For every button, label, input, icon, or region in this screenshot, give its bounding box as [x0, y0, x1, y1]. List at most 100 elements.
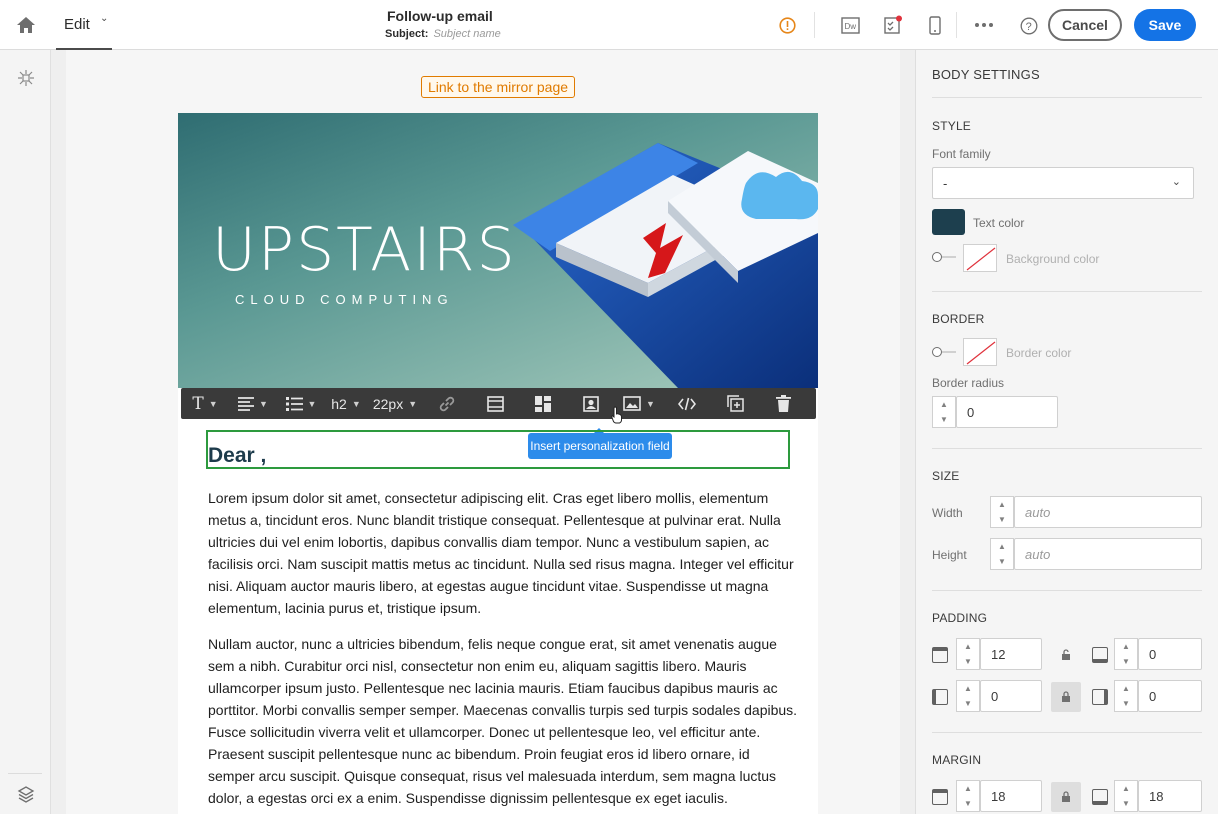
text-style-button[interactable]: T ▼: [181, 388, 229, 419]
border-radius-stepper[interactable]: ▲ ▼: [932, 396, 956, 428]
padding-bottom-icon: [1092, 647, 1108, 663]
dreamweaver-icon[interactable]: Dw: [840, 15, 860, 35]
banner-title: UPSTAIRS: [212, 215, 517, 285]
mobile-icon[interactable]: [925, 14, 945, 36]
margin-top-stepper[interactable]: ▲ ▼: [956, 780, 980, 812]
mouse-cursor-icon: [611, 406, 625, 424]
height-placeholder: auto: [1025, 546, 1051, 562]
padding-top-input[interactable]: 12: [980, 638, 1042, 670]
banner-image[interactable]: UPSTAIRS CLOUD COMPUTING: [178, 113, 818, 388]
source-code-button[interactable]: [663, 388, 711, 419]
link-button[interactable]: [423, 388, 471, 419]
separator: [956, 12, 957, 38]
insert-fragment-button[interactable]: [519, 388, 567, 419]
background-color-toggle[interactable]: [932, 252, 956, 262]
border-radius-label: Border radius: [932, 376, 1005, 390]
font-family-select[interactable]: - ⌄: [932, 167, 1194, 199]
size-heading: SIZE: [932, 469, 960, 483]
divider: [932, 448, 1202, 449]
margin-top-input[interactable]: 18: [980, 780, 1042, 812]
width-placeholder: auto: [1025, 504, 1051, 520]
padding-bottom-stepper[interactable]: ▲ ▼: [1114, 638, 1138, 670]
height-label: Height: [932, 548, 967, 562]
mirror-page-link[interactable]: Link to the mirror page: [421, 76, 575, 98]
chevron-down-icon: ▼: [307, 398, 317, 409]
subject-value: Subject name: [433, 28, 501, 40]
width-stepper[interactable]: ▲ ▼: [990, 496, 1014, 528]
cancel-button[interactable]: Cancel: [1048, 9, 1122, 41]
chevron-down-icon: ▼: [646, 398, 655, 409]
checklist-icon[interactable]: [882, 14, 904, 36]
padding-heading: PADDING: [932, 611, 988, 625]
text-color-swatch[interactable]: [932, 209, 965, 235]
duplicate-icon: [726, 395, 744, 412]
border-radius-value: 0: [967, 404, 975, 420]
font-size-select[interactable]: 22px ▼: [367, 388, 423, 419]
duplicate-button[interactable]: [711, 388, 759, 419]
padding-lock-icon[interactable]: [1051, 640, 1081, 670]
trash-icon: [775, 395, 791, 412]
email-document: Link to the mirror page UPSTAIRS CLOUD C…: [66, 50, 900, 814]
code-icon: [678, 397, 696, 410]
border-radius-input[interactable]: 0: [956, 396, 1058, 428]
svg-text:Dw: Dw: [844, 22, 856, 31]
left-rail: [0, 50, 51, 814]
font-size-value: 22px: [372, 395, 404, 412]
chevron-down-icon: ▼: [259, 398, 268, 409]
padding-left-icon: [932, 689, 948, 705]
image-icon: [623, 396, 641, 411]
insert-block-button[interactable]: [471, 388, 519, 419]
heading-select[interactable]: h2 ▼: [325, 388, 367, 419]
delete-button[interactable]: [759, 388, 807, 419]
chevron-down-icon: ⌄: [100, 13, 109, 24]
insert-personalization-button[interactable]: [567, 388, 615, 419]
padding-side-lock-icon[interactable]: [1051, 682, 1081, 712]
mode-dropdown[interactable]: Edit ⌄: [56, 0, 112, 50]
padding-right-input[interactable]: 0: [1138, 680, 1202, 712]
help-icon[interactable]: ?: [1019, 16, 1039, 36]
personalization-icon: [583, 395, 599, 412]
padding-right-stepper[interactable]: ▲ ▼: [1114, 680, 1138, 712]
chevron-down-icon: ▼: [208, 398, 218, 409]
height-input[interactable]: auto: [1014, 538, 1202, 570]
divider: [932, 732, 1202, 733]
padding-bottom-input[interactable]: 0: [1138, 638, 1202, 670]
width-label: Width: [932, 506, 963, 520]
layers-icon[interactable]: [16, 784, 36, 804]
padding-right-icon: [1092, 689, 1108, 705]
subject-label: Subject:: [385, 28, 429, 40]
border-color-toggle[interactable]: [932, 347, 956, 357]
font-family-label: Font family: [932, 147, 991, 161]
home-icon[interactable]: [14, 13, 38, 37]
body-paragraph[interactable]: Lorem ipsum dolor sit amet, consectetur …: [208, 487, 798, 619]
save-button[interactable]: Save: [1134, 9, 1196, 41]
divider: [932, 291, 1202, 292]
subject-row[interactable]: Subject: Subject name: [385, 28, 501, 40]
padding-left-stepper[interactable]: ▲ ▼: [956, 680, 980, 712]
padding-left-input[interactable]: 0: [980, 680, 1042, 712]
height-stepper[interactable]: ▲ ▼: [990, 538, 1014, 570]
more-icon[interactable]: [972, 15, 996, 35]
mode-label: Edit: [64, 16, 90, 33]
margin-lock-icon[interactable]: [1051, 782, 1081, 812]
svg-text:?: ?: [1026, 21, 1032, 33]
margin-heading: MARGIN: [932, 753, 982, 767]
structure-icon[interactable]: [16, 68, 36, 88]
padding-top-stepper[interactable]: ▲ ▼: [956, 638, 980, 670]
selected-text-block[interactable]: [206, 430, 790, 469]
width-input[interactable]: auto: [1014, 496, 1202, 528]
warning-icon[interactable]: [778, 16, 796, 34]
padding-bottom-value: 0: [1149, 646, 1157, 662]
align-button[interactable]: ▼: [229, 388, 277, 419]
border-color-swatch[interactable]: [963, 338, 997, 366]
body-paragraph[interactable]: Nullam auctor, nunc a ultricies bibendum…: [208, 633, 798, 809]
list-button[interactable]: ▼: [277, 388, 325, 419]
margin-bottom-stepper[interactable]: ▲ ▼: [1114, 780, 1138, 812]
background-color-swatch[interactable]: [963, 244, 997, 272]
chevron-down-icon: ⌄: [1171, 176, 1181, 188]
greeting-heading[interactable]: Dear ,: [208, 444, 266, 468]
heading-value: h2: [331, 395, 347, 412]
fragment-icon: [535, 395, 551, 412]
padding-top-value: 12: [991, 646, 1006, 662]
margin-bottom-input[interactable]: 18: [1138, 780, 1202, 812]
